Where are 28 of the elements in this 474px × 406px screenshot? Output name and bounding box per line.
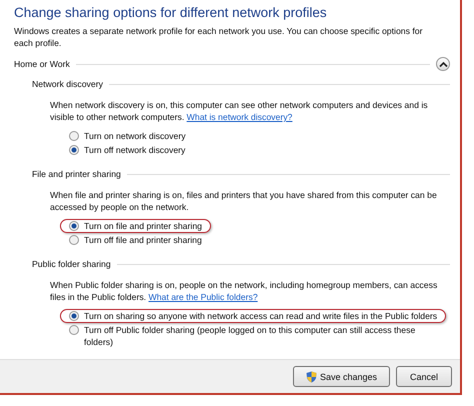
section-heading: File and printer sharing bbox=[32, 169, 121, 179]
section-description: When Public folder sharing is on, people on the network, including homegroup members, can access files in the Public folders. What are the Public folders? bbox=[50, 279, 438, 303]
section-heading: Public folder sharing bbox=[32, 259, 111, 269]
radio-button[interactable] bbox=[69, 145, 79, 155]
shield-icon bbox=[306, 370, 317, 382]
radio-button[interactable] bbox=[69, 221, 79, 231]
radio-button[interactable] bbox=[69, 325, 79, 335]
option-label[interactable]: Turn off network discovery bbox=[84, 144, 186, 156]
option-label[interactable]: Turn off file and printer sharing bbox=[84, 234, 202, 246]
profile-heading: Home or Work bbox=[14, 59, 70, 69]
collapse-button[interactable] bbox=[436, 57, 450, 71]
option-label[interactable]: Turn on network discovery bbox=[84, 130, 186, 142]
option-label[interactable]: Turn off Public folder sharing (people logged on to this computer can still access these folders) bbox=[84, 324, 441, 348]
section-description: When network discovery is on, this computer can see other network computers and devices and is visible to other network computers. What is network discovery? bbox=[50, 99, 429, 123]
section-heading: Network discovery bbox=[32, 79, 103, 89]
cancel-button[interactable]: Cancel bbox=[396, 366, 452, 387]
radio-button[interactable] bbox=[69, 131, 79, 141]
option-label[interactable]: Turn on file and printer sharing bbox=[84, 220, 202, 232]
section-description: When file and printer sharing is on, files and printers that you have shared from this computer can be accessed by people on the network. bbox=[50, 189, 438, 213]
chevron-up-icon bbox=[438, 60, 448, 68]
help-link[interactable]: What are the Public folders? bbox=[148, 292, 258, 302]
help-link[interactable]: What is network discovery? bbox=[186, 112, 292, 122]
radio-button[interactable] bbox=[69, 235, 79, 245]
save-button[interactable]: Save changes bbox=[292, 366, 390, 387]
option-label[interactable]: Turn on sharing so anyone with network access can read and write files in the Public folders bbox=[84, 310, 438, 322]
intro-text: Windows creates a separate network profile for each network you use. You can choose specific options for each profile. bbox=[14, 25, 424, 49]
page-title: Change sharing options for different network profiles bbox=[14, 5, 328, 21]
radio-button[interactable] bbox=[69, 311, 79, 321]
